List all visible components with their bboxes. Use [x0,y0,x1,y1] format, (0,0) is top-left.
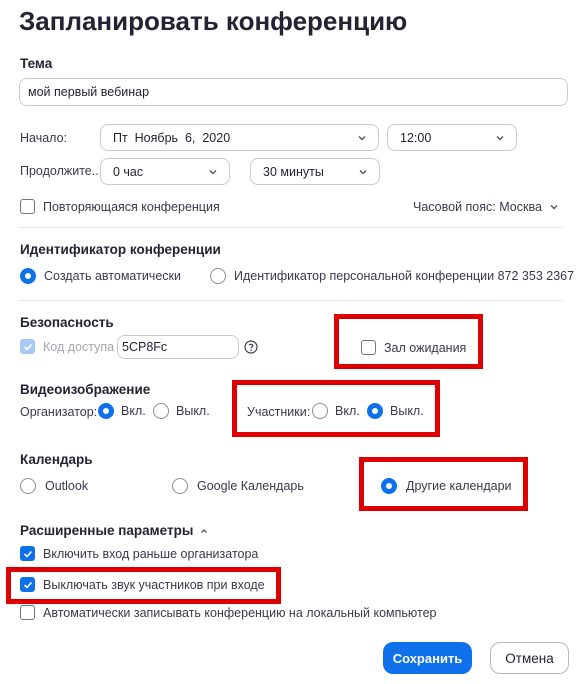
recurring-label: Повторяющаяся конференция [43,199,220,214]
video-host-off-option[interactable]: Выкл. [153,403,210,419]
video-participants-off-radio[interactable] [367,403,383,419]
calendar-outlook-option[interactable]: Outlook [20,478,88,494]
chevron-down-icon [358,135,366,140]
duration-hours-select[interactable]: 0 час [100,158,230,185]
video-participants-off-label: Выкл. [390,404,424,418]
chevron-up-icon [201,528,208,533]
recurring-option[interactable]: Повторяющаяся конференция [20,199,220,214]
duration-label: Продолжите... [20,164,103,178]
waiting-room-checkbox[interactable] [361,340,376,355]
video-host-off-radio[interactable] [153,403,169,419]
calendar-section-title: Календарь [20,452,93,467]
divider [19,300,563,301]
checkmark-icon [23,550,32,558]
meeting-id-personal-label: Идентификатор персональной конференции 8… [234,269,575,283]
auto-record-label: Автоматически записывать конференцию на … [43,605,437,620]
meeting-id-personal-option[interactable]: Идентификатор персональной конференции 8… [210,268,574,284]
video-host-on-radio[interactable] [98,403,114,419]
security-section-title: Безопасность [20,315,114,330]
calendar-other-radio[interactable] [381,478,397,494]
start-label: Начало: [20,131,68,145]
video-host-label: Организатор: [20,405,98,419]
page-title: Запланировать конференцию [19,6,408,36]
duration-minutes-value: 30 минуты [263,164,324,179]
start-time-select[interactable]: 12:00 [387,124,517,151]
topic-label: Тема [20,56,53,71]
calendar-google-label: Google Календарь [197,479,304,493]
video-participants-on-radio[interactable] [312,403,328,419]
video-host-off-label: Выкл. [176,404,210,418]
passcode-option[interactable]: Код доступа [20,339,114,354]
calendar-other-label: Другие календари [406,479,512,493]
join-before-host-checkbox[interactable] [20,546,35,561]
chevron-down-icon [209,169,217,174]
chevron-down-icon [496,135,504,140]
calendar-outlook-radio[interactable] [20,478,36,494]
mute-on-entry-label: Выключать звук участников при входе [43,577,265,592]
meeting-id-auto-radio[interactable] [20,268,36,284]
mute-on-entry-checkbox[interactable] [20,577,35,592]
passcode-value: 5CP8Fc [122,340,168,354]
duration-minutes-select[interactable]: 30 минуты [250,158,380,185]
checkmark-icon [23,581,32,589]
duration-hours-value: 0 час [113,164,144,179]
video-participants-on-label: Вкл. [335,404,360,418]
passcode-checkbox[interactable] [20,339,35,354]
start-time-value: 12:00 [400,130,432,145]
checkmark-icon [23,343,32,351]
video-participants-off-option[interactable]: Выкл. [367,403,424,419]
calendar-other-option[interactable]: Другие календари [381,478,512,494]
waiting-room-option[interactable]: Зал ожидания [361,340,466,355]
join-before-host-label: Включить вход раньше организатора [43,546,259,561]
advanced-section-toggle[interactable]: Расширенные параметры [20,523,209,538]
meeting-id-auto-option[interactable]: Создать автоматически [20,268,181,284]
start-date-value: Пт Ноябрь 6, 2020 [113,130,231,145]
timezone-select[interactable]: Часовой пояс: Москва [413,200,560,214]
save-button[interactable]: Сохранить [383,642,472,674]
meeting-id-personal-radio[interactable] [210,268,226,284]
chevron-down-icon [359,169,367,174]
advanced-section-title: Расширенные параметры [20,523,194,538]
meeting-id-auto-label: Создать автоматически [44,269,181,283]
calendar-google-option[interactable]: Google Календарь [172,478,304,494]
video-host-on-label: Вкл. [121,404,146,418]
video-participants-on-option[interactable]: Вкл. [312,403,360,419]
chevron-down-icon [550,205,558,210]
timezone-value: Часовой пояс: Москва [413,200,542,214]
video-host-on-option[interactable]: Вкл. [98,403,146,419]
advanced-option-join-before-host[interactable]: Включить вход раньше организатора [20,546,258,561]
waiting-room-label: Зал ожидания [384,340,467,355]
cancel-button[interactable]: Отмена [490,642,569,674]
recurring-checkbox[interactable] [20,199,35,214]
meeting-id-section-title: Идентификатор конференции [20,242,221,257]
video-participants-label: Участники: [247,405,311,419]
divider [19,227,563,228]
topic-input-value: мой первый вебинар [28,85,150,99]
auto-record-checkbox[interactable] [20,605,35,620]
advanced-option-auto-record[interactable]: Автоматически записывать конференцию на … [20,605,437,620]
calendar-outlook-label: Outlook [45,479,89,493]
start-date-select[interactable]: Пт Ноябрь 6, 2020 [100,124,379,151]
topic-input[interactable]: мой первый вебинар [19,78,568,106]
advanced-option-mute-on-entry[interactable]: Выключать звук участников при входе [20,577,265,592]
passcode-input[interactable]: 5CP8Fc [117,335,239,359]
video-section-title: Видеоизображение [20,382,151,397]
calendar-google-radio[interactable] [172,478,188,494]
passcode-label: Код доступа [43,339,115,354]
question-circle-icon[interactable] [244,340,258,359]
